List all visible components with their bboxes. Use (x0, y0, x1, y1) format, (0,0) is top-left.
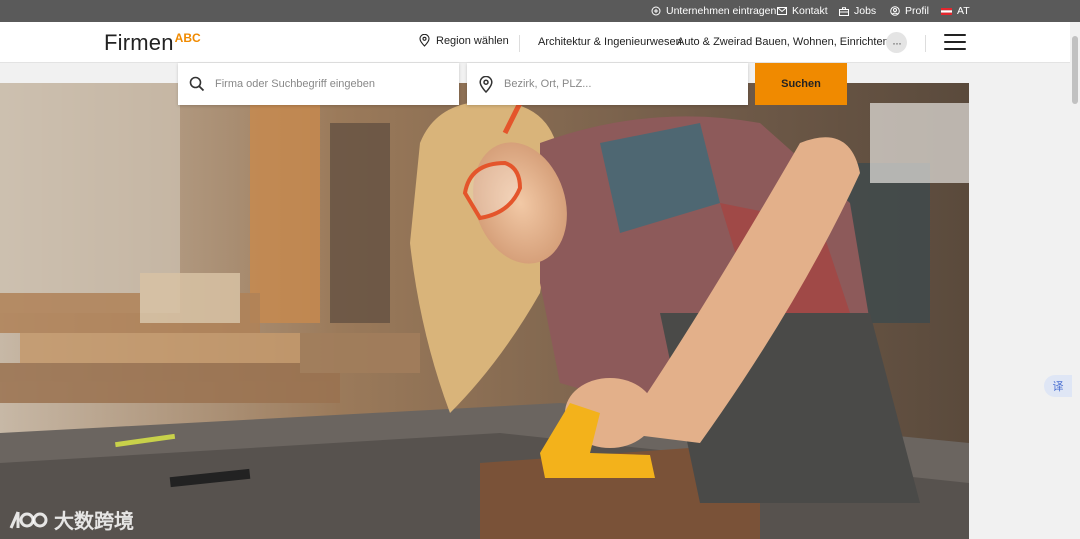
briefcase-icon (839, 6, 849, 16)
jobs-label: Jobs (854, 5, 877, 17)
scrollbar-thumb[interactable] (1072, 36, 1078, 104)
region-selector[interactable]: Region wählen (419, 34, 509, 47)
location-search-field[interactable] (467, 63, 748, 105)
search-icon (189, 76, 205, 92)
watermark-text: 大数跨境 (54, 511, 134, 533)
logo-main-text: Firmen (104, 30, 174, 55)
nav-item-bauen[interactable]: Bauen, Wohnen, Einrichten (755, 36, 889, 48)
nav-item-auto[interactable]: Auto & Zweirad (677, 36, 752, 48)
watermark: 大数跨境 (8, 505, 134, 534)
hamburger-menu-icon[interactable] (944, 34, 966, 51)
mail-icon (777, 7, 787, 15)
hero-image (0, 83, 969, 539)
more-categories-button[interactable]: ··· (886, 32, 907, 53)
register-company-label: Unternehmen eintragen (666, 5, 777, 17)
location-pin-icon (479, 75, 493, 93)
translate-button[interactable]: 译 (1044, 375, 1072, 397)
contact-label: Kontakt (792, 5, 828, 17)
plus-circle-icon (651, 6, 661, 16)
top-utility-bar: Unternehmen eintragen Kontakt Jobs Profi… (0, 0, 1080, 22)
user-icon (890, 6, 900, 16)
jobs-link[interactable]: Jobs (839, 0, 876, 22)
watermark-logo-icon (9, 510, 48, 529)
profile-link[interactable]: Profil (890, 0, 929, 22)
search-button[interactable]: Suchen (755, 63, 847, 105)
main-header: Firmen ABC Region wählen Architektur & I… (0, 22, 1070, 63)
header-divider (519, 35, 520, 52)
nav-item-architektur[interactable]: Architektur & Ingenieurwesen (538, 36, 682, 48)
country-selector[interactable]: AT (941, 0, 970, 22)
query-search-input[interactable] (215, 63, 459, 105)
profile-label: Profil (905, 5, 929, 17)
location-pin-icon (419, 34, 430, 47)
contact-link[interactable]: Kontakt (777, 0, 828, 22)
region-label: Region wählen (436, 34, 509, 47)
header-divider (925, 35, 926, 52)
austria-flag-icon (941, 7, 952, 15)
location-search-input[interactable] (504, 63, 748, 105)
site-logo[interactable]: Firmen ABC (104, 30, 201, 56)
country-label: AT (957, 5, 970, 17)
query-search-field[interactable] (178, 63, 459, 105)
logo-sup-text: ABC (174, 31, 201, 45)
register-company-link[interactable]: Unternehmen eintragen (651, 0, 776, 22)
